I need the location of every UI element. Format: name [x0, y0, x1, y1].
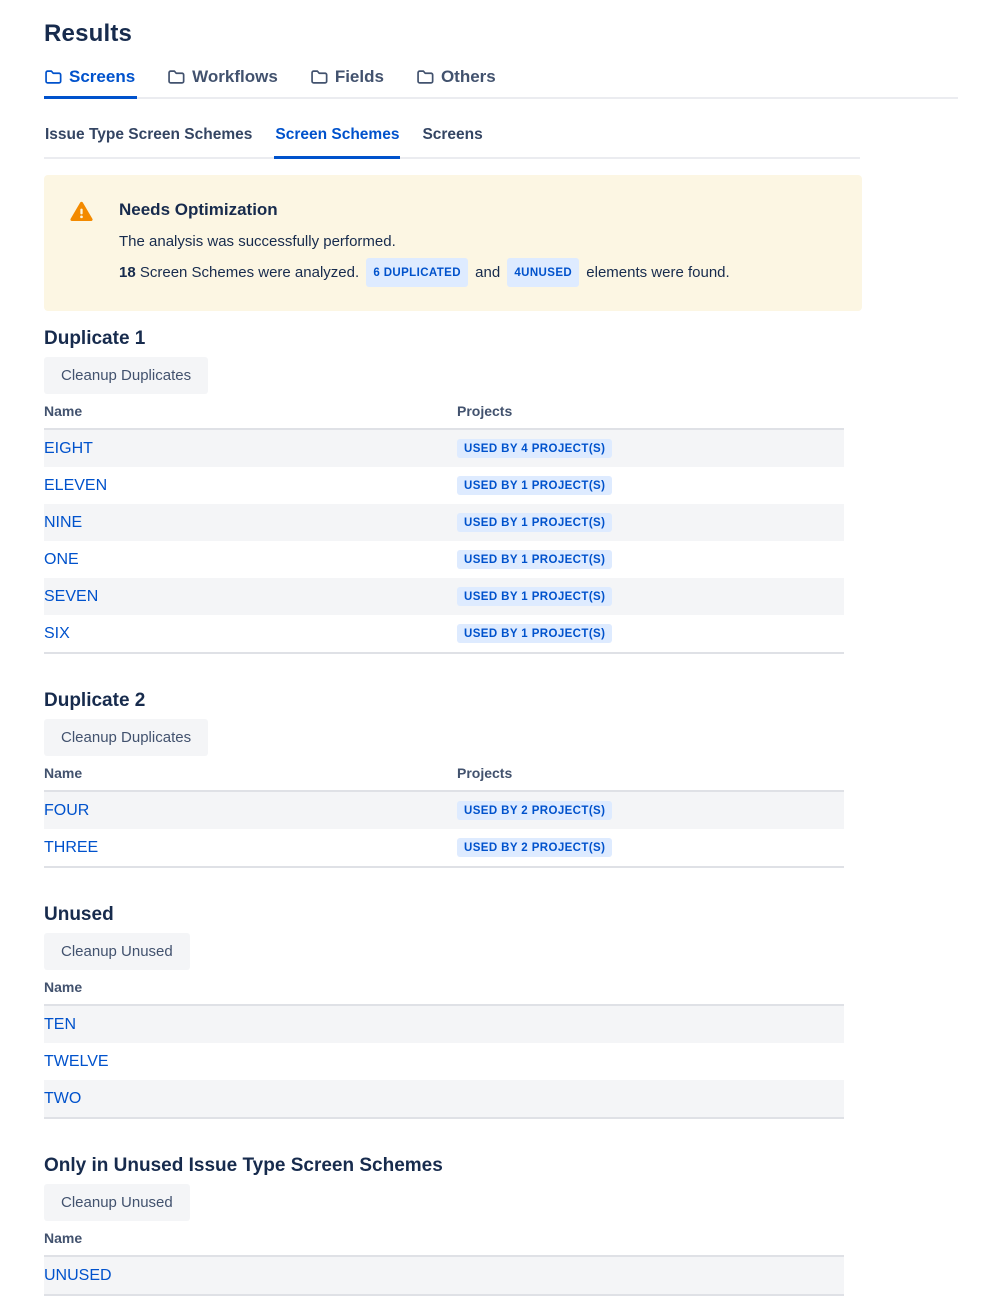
table-header: Name Projects: [44, 765, 844, 792]
banner-line-2: 18 Screen Schemes were analyzed. 6 DUPLI…: [119, 258, 730, 287]
banner-text: elements were found.: [582, 264, 730, 281]
table-row: TEN: [44, 1006, 844, 1043]
table-row: ELEVEN USED BY 1 PROJECT(S): [44, 467, 844, 504]
cleanup-unused-button[interactable]: Cleanup Unused: [44, 933, 190, 970]
banner-text: and: [471, 264, 504, 281]
unused-count-badge: 4UNUSED: [507, 258, 579, 287]
column-header-name: Name: [44, 765, 457, 781]
table-header: Name: [44, 1230, 844, 1257]
scheme-link[interactable]: ONE: [44, 551, 79, 568]
tab-label: Workflows: [192, 67, 278, 87]
section-heading: Unused: [44, 904, 995, 926]
folder-icon: [44, 69, 62, 85]
tab-label: Others: [441, 67, 496, 87]
scheme-link[interactable]: SIX: [44, 625, 70, 642]
column-header-projects: Projects: [457, 403, 844, 419]
unused-table: Name TEN TWELVE TWO: [44, 979, 844, 1119]
only-in-unused-table: Name UNUSED: [44, 1230, 844, 1296]
banner-title: Needs Optimization: [119, 200, 730, 220]
used-by-badge: USED BY 1 PROJECT(S): [457, 513, 612, 532]
scheme-link[interactable]: TWELVE: [44, 1053, 109, 1070]
banner-body: Needs Optimization The analysis was succ…: [119, 200, 730, 287]
section-heading: Duplicate 1: [44, 328, 995, 350]
table-header: Name Projects: [44, 403, 844, 430]
column-header-name: Name: [44, 403, 457, 419]
section-heading: Duplicate 2: [44, 690, 995, 712]
duplicate-1-table: Name Projects EIGHT USED BY 4 PROJECT(S)…: [44, 403, 844, 654]
warning-banner: Needs Optimization The analysis was succ…: [44, 175, 862, 311]
table-row: TWELVE: [44, 1043, 844, 1080]
table-header: Name: [44, 979, 844, 1006]
used-by-badge: USED BY 2 PROJECT(S): [457, 838, 612, 857]
table-row: NINE USED BY 1 PROJECT(S): [44, 504, 844, 541]
subtab-bar: Issue Type Screen Schemes Screen Schemes…: [44, 126, 860, 159]
scheme-link[interactable]: EIGHT: [44, 440, 93, 457]
tab-label: Fields: [335, 67, 384, 87]
duplicated-count-badge: 6 DUPLICATED: [366, 258, 468, 287]
section-duplicate-1: Duplicate 1 Cleanup Duplicates Name Proj…: [44, 328, 995, 654]
cleanup-duplicates-button[interactable]: Cleanup Duplicates: [44, 357, 208, 394]
tab-fields[interactable]: Fields: [310, 67, 386, 99]
tab-label: Screens: [69, 67, 135, 87]
used-by-badge: USED BY 1 PROJECT(S): [457, 550, 612, 569]
scheme-link[interactable]: SEVEN: [44, 588, 98, 605]
results-page: Results Screens Workflows Fields Others …: [0, 0, 995, 1296]
table-row: UNUSED: [44, 1257, 844, 1294]
column-header-projects: Projects: [457, 765, 844, 781]
tab-bar: Screens Workflows Fields Others: [44, 67, 958, 99]
subtab-issue-type-screen-schemes[interactable]: Issue Type Screen Schemes: [44, 126, 253, 159]
subtab-screen-schemes[interactable]: Screen Schemes: [274, 126, 400, 159]
table-row: FOUR USED BY 2 PROJECT(S): [44, 792, 844, 829]
folder-icon: [167, 69, 185, 85]
analyzed-count: 18: [119, 264, 136, 281]
column-header-name: Name: [44, 979, 457, 995]
column-header-name: Name: [44, 1230, 457, 1246]
tab-workflows[interactable]: Workflows: [167, 67, 280, 99]
table-row: THREE USED BY 2 PROJECT(S): [44, 829, 844, 866]
folder-icon: [416, 69, 434, 85]
page-title: Results: [44, 20, 995, 48]
scheme-link[interactable]: THREE: [44, 839, 98, 856]
table-row: SIX USED BY 1 PROJECT(S): [44, 615, 844, 652]
tab-screens[interactable]: Screens: [44, 67, 137, 99]
used-by-badge: USED BY 1 PROJECT(S): [457, 624, 612, 643]
scheme-link[interactable]: NINE: [44, 514, 82, 531]
table-row: ONE USED BY 1 PROJECT(S): [44, 541, 844, 578]
table-row: SEVEN USED BY 1 PROJECT(S): [44, 578, 844, 615]
used-by-badge: USED BY 2 PROJECT(S): [457, 801, 612, 820]
scheme-link[interactable]: FOUR: [44, 802, 89, 819]
section-duplicate-2: Duplicate 2 Cleanup Duplicates Name Proj…: [44, 690, 995, 868]
cleanup-duplicates-button[interactable]: Cleanup Duplicates: [44, 719, 208, 756]
section-heading: Only in Unused Issue Type Screen Schemes: [44, 1155, 995, 1177]
subtab-screens[interactable]: Screens: [421, 126, 483, 159]
tab-others[interactable]: Others: [416, 67, 498, 99]
scheme-link[interactable]: UNUSED: [44, 1267, 112, 1284]
used-by-badge: USED BY 1 PROJECT(S): [457, 587, 612, 606]
banner-line-1: The analysis was successfully performed.: [119, 231, 730, 253]
cleanup-unused-button[interactable]: Cleanup Unused: [44, 1184, 190, 1221]
scheme-link[interactable]: ELEVEN: [44, 477, 107, 494]
table-row: EIGHT USED BY 4 PROJECT(S): [44, 430, 844, 467]
banner-text: Screen Schemes were analyzed.: [136, 264, 364, 281]
used-by-badge: USED BY 4 PROJECT(S): [457, 439, 612, 458]
scheme-link[interactable]: TWO: [44, 1090, 81, 1107]
section-unused: Unused Cleanup Unused Name TEN TWELVE TW…: [44, 904, 995, 1119]
scheme-link[interactable]: TEN: [44, 1016, 76, 1033]
table-row: TWO: [44, 1080, 844, 1117]
duplicate-2-table: Name Projects FOUR USED BY 2 PROJECT(S) …: [44, 765, 844, 868]
folder-icon: [310, 69, 328, 85]
section-only-in-unused-issue-type-screen-schemes: Only in Unused Issue Type Screen Schemes…: [44, 1155, 995, 1296]
used-by-badge: USED BY 1 PROJECT(S): [457, 476, 612, 495]
warning-icon: [70, 201, 93, 227]
